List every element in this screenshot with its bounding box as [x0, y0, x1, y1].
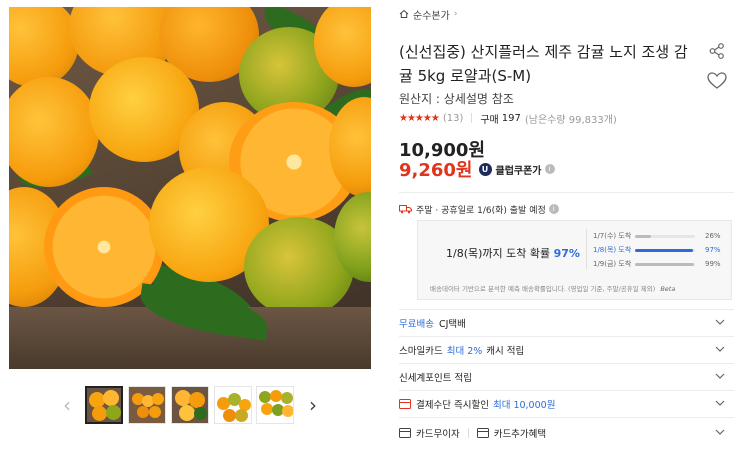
divider	[586, 229, 587, 269]
sale-price: 9,260원	[399, 160, 473, 181]
shinsegae-point-row[interactable]: 신세계포인트 적립	[399, 364, 734, 390]
arrival-probability-pct: 97%	[553, 247, 580, 260]
payment-discount-max: 최대 10,000원	[492, 400, 556, 411]
stock-remaining: (남은수량 99,833개)	[524, 114, 617, 126]
chevron-down-icon[interactable]	[714, 343, 726, 355]
arrival-date: 1/7(수) 도착	[593, 232, 632, 240]
probability-bar	[635, 234, 695, 238]
card-icon	[476, 428, 489, 438]
breadcrumb[interactable]: 순수본가 ›	[399, 6, 457, 22]
heart-icon[interactable]	[706, 70, 728, 92]
probability-fill	[635, 248, 694, 252]
club-coupon-badge: U	[478, 162, 492, 176]
arrival-item: 1/8(목) 도착 97%	[593, 243, 728, 257]
home-icon	[399, 9, 409, 18]
card-benefit-row[interactable]: 카드무이자 카드추가혜택	[399, 420, 734, 446]
arrival-item: 1/7(수) 도착 26%	[593, 229, 728, 243]
prediction-note-text: 배송데이터 기반으로 분석한 예측 배송확률입니다. (영업일 기준, 주말/공…	[430, 285, 656, 293]
probability-bar	[635, 248, 695, 252]
card-discount-icon	[399, 399, 411, 409]
chevron-down-icon[interactable]	[714, 316, 726, 328]
arrival-pct: 97%	[705, 246, 721, 254]
thumbnail-5[interactable]	[256, 386, 294, 424]
shinsegae-point-label: 신세계포인트 적립	[399, 373, 472, 384]
chevron-right-icon: ›	[453, 9, 458, 19]
arrival-distribution: 1/7(수) 도착 26% 1/8(목) 도착 97% 1/9(금) 도착 99…	[593, 229, 728, 271]
breadcrumb-store-name[interactable]: 순수본가	[413, 7, 450, 22]
next-image-arrow[interactable]: ›	[309, 395, 317, 415]
probability-fill	[635, 262, 695, 266]
info-icon[interactable]: i	[544, 164, 555, 174]
shipping-schedule: 주말 · 공휴일로 1/6(화) 출발 예정 i	[399, 202, 559, 216]
thumbnail-2[interactable]	[128, 386, 166, 424]
origin-info: 원산지 : 상세설명 참조	[399, 92, 514, 106]
thumbnail-3[interactable]	[171, 386, 209, 424]
smile-card-label: 스마일카드	[399, 346, 443, 357]
orange-fruit	[9, 7, 79, 87]
payment-discount-label: 결제수단 즉시할인	[416, 400, 489, 411]
product-info-panel: 순수본가 › (신선집중) 산지플러스 제주 감귤 노지 조생 감귤 5kg 로…	[399, 0, 734, 455]
arrival-date: 1/8(목) 도착	[593, 246, 632, 254]
divider	[467, 428, 469, 438]
probability-fill	[635, 234, 651, 238]
chevron-down-icon[interactable]	[714, 426, 726, 438]
prediction-note: 배송데이터 기반으로 분석한 예측 배송확률입니다. (영업일 기준, 주말/공…	[430, 283, 675, 293]
smile-card-rate: 최대 2%	[446, 346, 483, 357]
star-rating: ★★★★★	[399, 112, 440, 124]
chevron-down-icon[interactable]	[714, 370, 726, 382]
smile-card-suffix: 캐시 적립	[486, 346, 525, 357]
arrival-item: 1/9(금) 도착 99%	[593, 257, 728, 271]
club-coupon-label: 클럽쿠폰가	[495, 165, 542, 177]
chevron-down-icon[interactable]	[714, 397, 726, 409]
arrival-probability: 1/8(목)까지 도착 확률 97%	[446, 245, 580, 261]
courier-name: CJ택배	[438, 319, 466, 330]
thumbnail-4[interactable]	[214, 386, 252, 424]
divider	[399, 417, 734, 418]
thumbnail-1[interactable]	[85, 386, 123, 424]
shipping-departure-text: 주말 · 공휴일로 1/6(화) 출발 예정	[416, 205, 546, 216]
arrival-pct: 26%	[705, 232, 721, 240]
share-icon[interactable]	[708, 42, 726, 60]
divider	[471, 113, 473, 123]
truck-icon	[399, 205, 412, 214]
beta-label: Beta	[660, 285, 676, 293]
sale-price-row: 9,260원 U 클럽쿠폰가 i	[399, 158, 555, 181]
divider	[399, 192, 734, 193]
prev-image-arrow[interactable]: ‹	[63, 395, 71, 415]
probability-bar	[635, 262, 695, 266]
product-title: (신선집중) 산지플러스 제주 감귤 노지 조생 감귤 5kg 로얄과(S-M)	[399, 43, 688, 85]
arrival-probability-label: 1/8(목)까지 도착 확률	[446, 247, 551, 260]
review-count[interactable]: (13)	[443, 113, 464, 124]
arrival-date: 1/9(금) 도착	[593, 260, 632, 268]
smile-card-row[interactable]: 스마일카드 최대 2% 캐시 적립	[399, 337, 734, 363]
free-shipping-label: 무료배송	[399, 319, 434, 330]
payment-discount-row[interactable]: 결제수단 즉시할인 최대 10,000원	[399, 391, 734, 417]
shipping-option-row[interactable]: 무료배송 CJ택배	[399, 310, 734, 336]
card-installment-label[interactable]: 카드무이자	[416, 426, 460, 440]
delivery-prediction-box: 1/8(목)까지 도착 확률 97% 1/7(수) 도착 26% 1/8(목) …	[417, 220, 732, 300]
product-main-image	[9, 7, 371, 369]
info-icon[interactable]: i	[548, 204, 559, 214]
rating-row: ★★★★★ (13) 구매 197 (남은수량 99,833개)	[399, 111, 617, 126]
card-icon	[399, 428, 411, 438]
arrival-pct: 99%	[705, 260, 721, 268]
buy-count: 197	[501, 112, 521, 124]
card-extra-benefit-label[interactable]: 카드추가혜택	[494, 426, 546, 440]
buy-label: 구매	[480, 114, 499, 126]
